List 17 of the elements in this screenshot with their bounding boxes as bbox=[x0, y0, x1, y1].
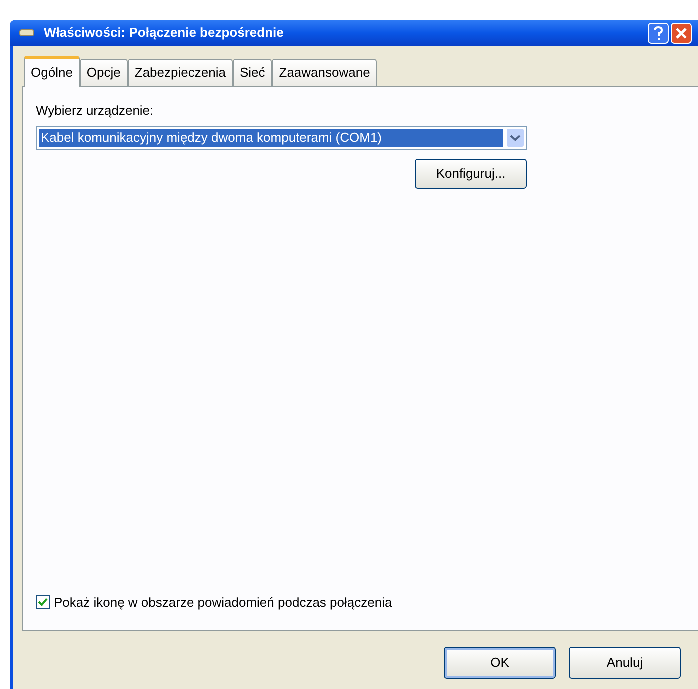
cancel-button[interactable]: Anuluj bbox=[569, 647, 681, 679]
device-label: Wybierz urządzenie: bbox=[36, 102, 155, 120]
tab[interactable]: Ogólne bbox=[24, 56, 80, 87]
help-icon[interactable] bbox=[648, 22, 669, 44]
ok-button[interactable]: OK bbox=[444, 647, 556, 679]
checkmark-icon bbox=[38, 598, 48, 607]
tab[interactable]: Zaawansowane bbox=[272, 59, 378, 86]
close-icon[interactable] bbox=[671, 22, 692, 44]
device-dropdown[interactable]: Kabel komunikacyjny między dwoma komputerami (COM1) bbox=[36, 126, 527, 150]
tab[interactable]: Zabezpieczenia bbox=[128, 59, 233, 86]
window-title: Właściwości: Połączenie bezpośrednie bbox=[44, 24, 284, 42]
configure-button[interactable]: Konfiguruj... bbox=[415, 158, 527, 188]
tab[interactable]: Sieć bbox=[232, 59, 272, 86]
checkbox-label[interactable]: Pokaż ikonę w obszarze powiadomień podczas połączenia bbox=[54, 592, 392, 612]
cable-icon bbox=[18, 28, 36, 38]
checkbox[interactable] bbox=[36, 595, 50, 610]
tab[interactable]: Opcje bbox=[80, 59, 128, 86]
